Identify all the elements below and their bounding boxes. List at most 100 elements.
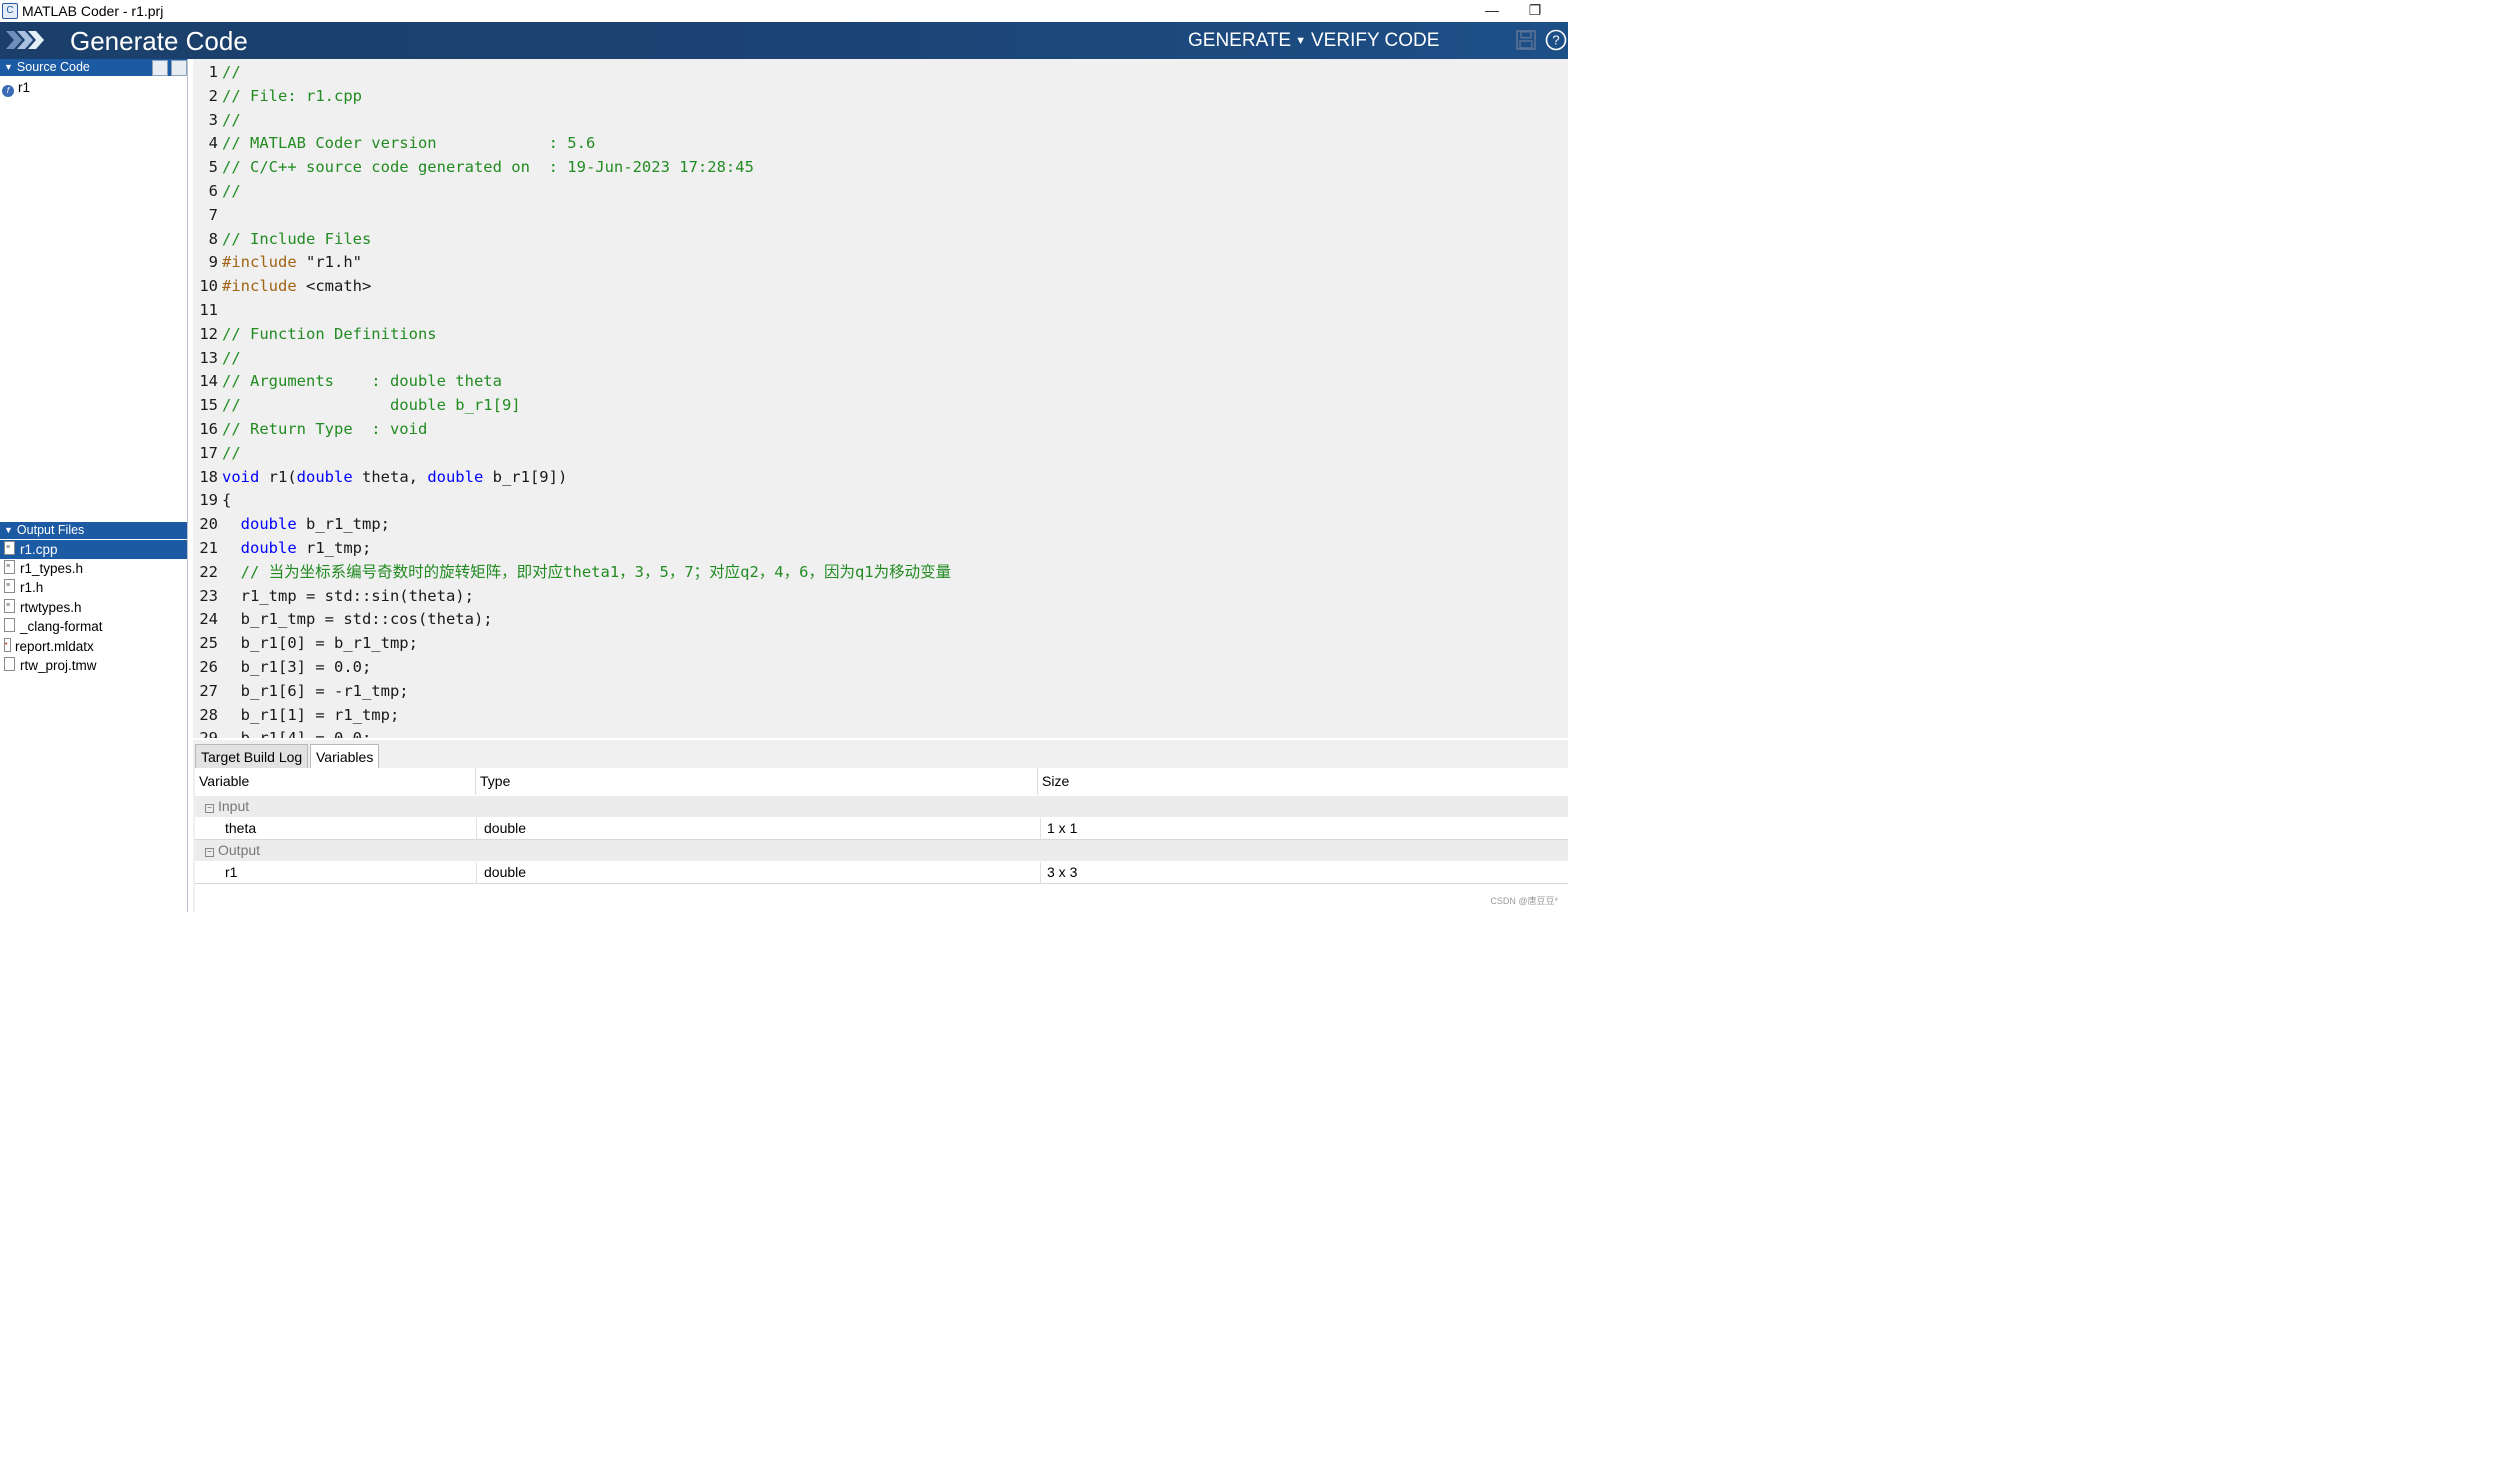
watermark: CSDN @唐豆豆*: [1490, 896, 1558, 906]
code-line[interactable]: 7: [193, 203, 1568, 227]
save-icon[interactable]: [1515, 29, 1537, 51]
output-file-clang-format[interactable]: _clang-format: [0, 617, 187, 636]
code-line[interactable]: 20 double b_r1_tmp;: [193, 512, 1568, 536]
code-line[interactable]: 23 r1_tmp = std::sin(theta);: [193, 584, 1568, 608]
code-token: b_r1[1] = r1_tmp;: [222, 705, 400, 724]
code-line[interactable]: 1//: [193, 60, 1568, 84]
code-token: //: [222, 63, 241, 81]
window-title-bar: C MATLAB Coder - r1.prj — ❐: [0, 0, 1568, 22]
column-header-size[interactable]: Size: [1038, 768, 1562, 795]
line-number: 29: [193, 726, 218, 738]
code-line[interactable]: 17//: [193, 441, 1568, 465]
output-file-r1-cpp[interactable]: ≡ r1.cpp: [0, 540, 187, 559]
tab-target-build-log[interactable]: Target Build Log: [195, 744, 309, 769]
output-file-label: report.mldatx: [15, 639, 94, 654]
code-text: // 当为坐标系编号奇数时的旋转矩阵，即对应theta1，3，5，7；对应q2，…: [222, 560, 951, 584]
collapse-box-icon[interactable]: −: [205, 804, 214, 813]
table-row[interactable]: theta double 1 x 1: [195, 818, 1568, 840]
code-line[interactable]: 14// Arguments : double theta: [193, 369, 1568, 393]
output-file-r1-types-h[interactable]: ≡ r1_types.h: [0, 559, 187, 578]
code-line[interactable]: 28 b_r1[1] = r1_tmp;: [193, 703, 1568, 727]
matlab-coder-app-icon: C: [2, 3, 18, 19]
output-file-report-mldatx[interactable]: • report.mldatx: [0, 637, 187, 656]
code-line[interactable]: 18 void r1(double theta, double b_r1[9]): [193, 465, 1568, 489]
table-row[interactable]: r1 double 3 x 3: [195, 862, 1568, 884]
generate-button[interactable]: GENERATE ▼: [1188, 30, 1306, 52]
source-item-r1[interactable]: f r1: [0, 78, 187, 97]
header-file-icon: ≡: [4, 579, 15, 593]
group-label: Input: [218, 798, 250, 814]
code-token: //: [222, 182, 241, 200]
variables-table: Variable Type Size − Input theta double 1…: [195, 768, 1568, 912]
code-token: //: [222, 443, 241, 462]
code-token: // C/C++ source code generated on : 19-J…: [222, 158, 754, 177]
code-text: #include <cmath>: [222, 274, 371, 298]
output-file-rtwtypes-h[interactable]: ≡ rtwtypes.h: [0, 598, 187, 617]
tab-variables[interactable]: Variables: [310, 744, 380, 769]
code-line[interactable]: 19{: [193, 488, 1568, 512]
line-number: 21: [199, 539, 218, 557]
code-line[interactable]: 25 b_r1[0] = b_r1_tmp;: [193, 631, 1568, 655]
column-header-variable[interactable]: Variable: [195, 768, 476, 795]
output-file-rtw-proj-tmw[interactable]: rtw_proj.tmw: [0, 656, 187, 675]
group-output[interactable]: − Output: [195, 840, 1568, 861]
code-text: b_r1[4] = 0.0;: [222, 726, 372, 738]
code-line[interactable]: 5// C/C++ source code generated on : 19-…: [193, 155, 1568, 179]
line-number: 14: [199, 372, 218, 391]
output-file-r1-h[interactable]: ≡ r1.h: [0, 578, 187, 597]
help-icon[interactable]: ?: [1545, 29, 1567, 51]
collapse-triangle-icon[interactable]: ▼: [4, 522, 13, 539]
group-input[interactable]: − Input: [195, 796, 1568, 817]
code-token: // File: r1.cpp: [222, 86, 362, 105]
code-text: b_r1[1] = r1_tmp;: [222, 703, 400, 727]
code-text: b_r1[0] = b_r1_tmp;: [222, 631, 418, 655]
code-line[interactable]: 6//: [193, 179, 1568, 203]
code-line[interactable]: 12// Function Definitions: [193, 322, 1568, 346]
collapse-triangle-icon[interactable]: ▼: [4, 59, 13, 76]
column-header-type[interactable]: Type: [476, 768, 1038, 795]
header-file-icon: ≡: [4, 560, 15, 574]
code-line[interactable]: 11: [193, 298, 1568, 322]
line-number: 5: [208, 158, 218, 177]
line-number: 27: [199, 681, 218, 700]
code-line[interactable]: 9 #include "r1.h": [193, 250, 1568, 274]
code-text: // C/C++ source code generated on : 19-J…: [222, 155, 754, 179]
line-number: 4: [208, 134, 218, 153]
code-line[interactable]: 10 #include <cmath>: [193, 274, 1568, 298]
code-line[interactable]: 8// Include Files: [193, 227, 1568, 251]
code-line[interactable]: 2// File: r1.cpp: [193, 84, 1568, 108]
line-number: 7: [208, 205, 218, 224]
code-viewer[interactable]: 1//2// File: r1.cpp 3//4// MATLAB Coder v…: [193, 59, 1568, 738]
line-number: 3: [208, 110, 218, 129]
code-line[interactable]: 26 b_r1[3] = 0.0;: [193, 655, 1568, 679]
code-text: {: [222, 488, 231, 512]
code-line[interactable]: 29 b_r1[4] = 0.0;: [193, 726, 1568, 738]
line-number: 23: [199, 586, 218, 605]
code-line[interactable]: 24 b_r1_tmp = std::cos(theta);: [193, 607, 1568, 631]
minimize-button[interactable]: —: [1472, 0, 1512, 22]
code-line[interactable]: 3//: [193, 108, 1568, 132]
restore-button[interactable]: ❐: [1515, 0, 1555, 22]
blank-file-icon: [4, 618, 15, 632]
code-token: b_r1_tmp = std::cos(theta);: [222, 610, 493, 629]
code-line[interactable]: 13//: [193, 346, 1568, 370]
code-token: r1_tmp;: [296, 539, 372, 557]
code-line[interactable]: 4// MATLAB Coder version : 5.6: [193, 131, 1568, 155]
header-file-icon: ≡: [4, 599, 15, 613]
code-line[interactable]: 27 b_r1[6] = -r1_tmp;: [193, 679, 1568, 703]
verify-code-button[interactable]: VERIFY CODE: [1311, 30, 1439, 52]
code-line[interactable]: 22 // 当为坐标系编号奇数时的旋转矩阵，即对应theta1，3，5，7；对应…: [193, 560, 1568, 584]
source-code-section-header[interactable]: ▼ Source Code: [0, 59, 187, 76]
code-line[interactable]: 15// double b_r1[9]: [193, 393, 1568, 417]
list-view-icon[interactable]: [152, 60, 168, 76]
variable-cell: theta: [225, 820, 257, 836]
code-text: double b_r1_tmp;: [222, 512, 390, 536]
collapse-box-icon[interactable]: −: [205, 848, 214, 857]
code-line[interactable]: 21 double r1_tmp;: [193, 536, 1568, 560]
caret-down-icon: ▼: [1295, 35, 1306, 47]
line-number: 17: [199, 443, 218, 462]
output-files-section-header[interactable]: ▼ Output Files: [0, 522, 187, 539]
tree-view-icon[interactable]: [171, 60, 187, 76]
code-line[interactable]: 16// Return Type : void: [193, 417, 1568, 441]
